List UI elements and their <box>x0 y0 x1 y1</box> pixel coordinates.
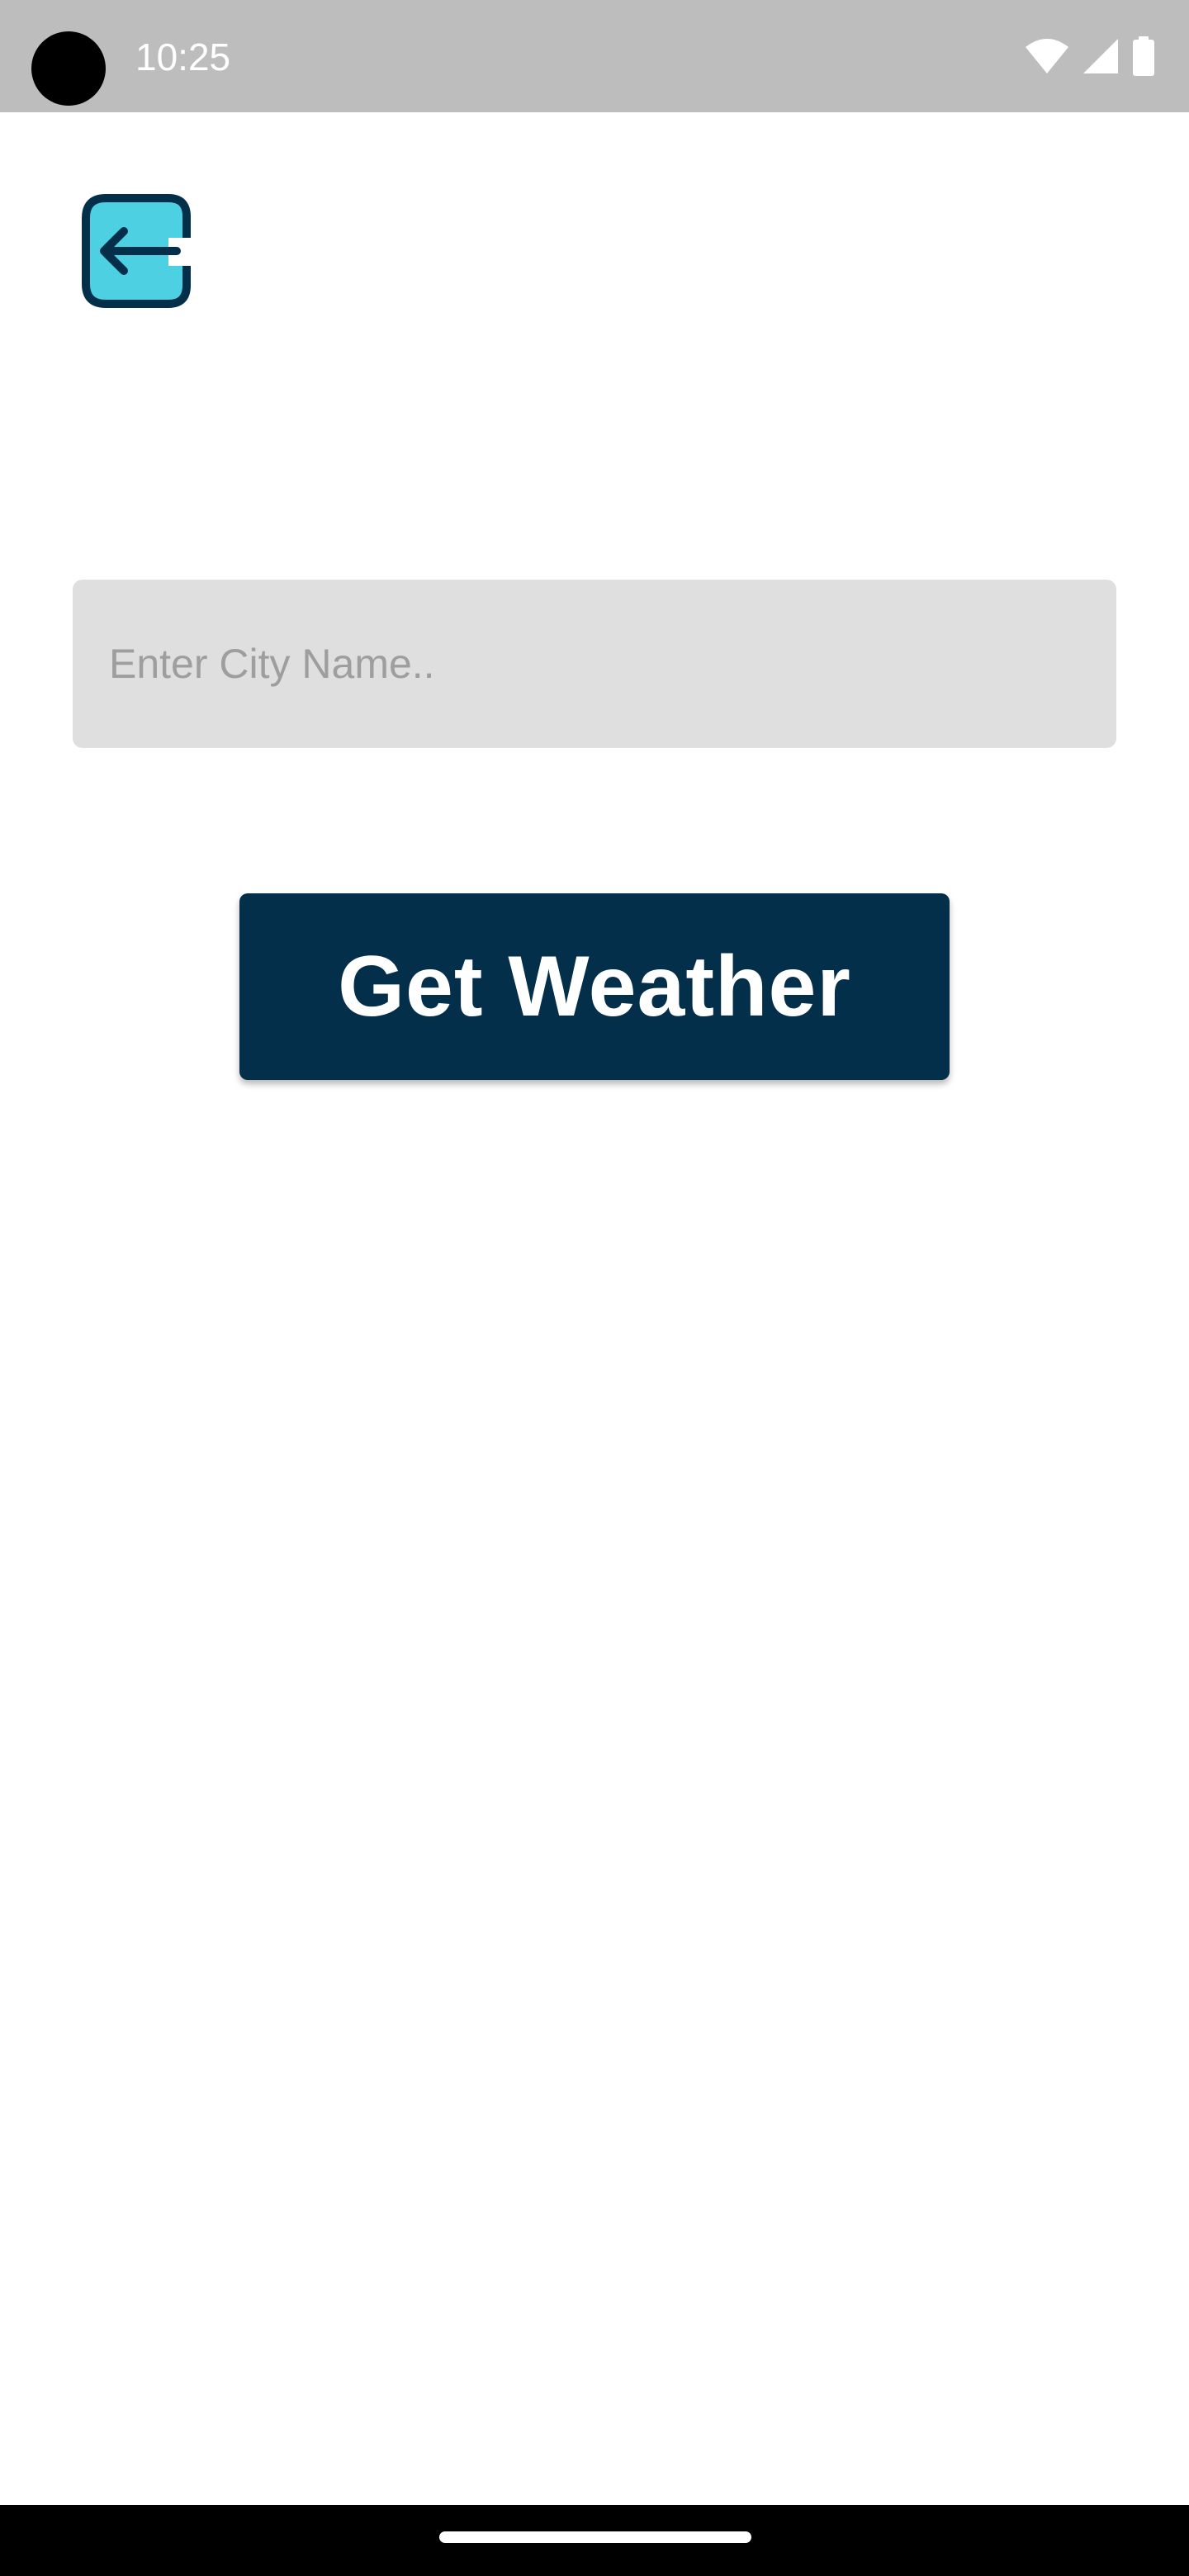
back-button[interactable] <box>81 193 197 309</box>
home-indicator[interactable] <box>439 2531 751 2543</box>
status-icons <box>1024 33 1156 79</box>
cellular-signal-icon <box>1082 37 1120 75</box>
navigation-bar <box>0 2505 1189 2576</box>
get-weather-button[interactable]: Get Weather <box>239 893 950 1080</box>
status-bar: 10:25 <box>0 0 1189 112</box>
city-name-input[interactable] <box>73 580 1116 748</box>
status-time: 10:25 <box>135 36 231 78</box>
camera-cutout <box>31 31 106 106</box>
weather-search-screen: 10:25 Enter City Name.. Get Weather <box>0 0 1189 2576</box>
wifi-icon <box>1024 37 1070 75</box>
back-arrow-icon <box>81 193 197 309</box>
battery-icon <box>1131 36 1156 76</box>
